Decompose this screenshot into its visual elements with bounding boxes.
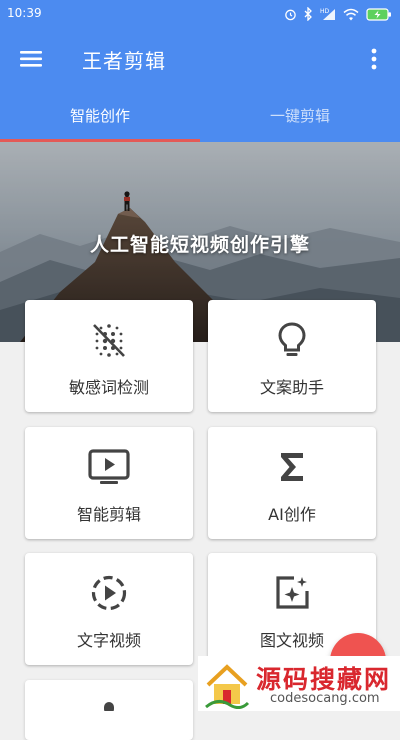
status-bar: 10:39 HD (0, 0, 400, 28)
menu-button[interactable] (16, 46, 46, 72)
feature-card-sensitive-word-check[interactable]: 敏感词检测 (25, 300, 193, 412)
watermark-banner: 源码搜藏网 codesocang.com (198, 656, 400, 711)
feature-label: 文字视频 (76, 631, 141, 650)
feature-label: 文案助手 (259, 378, 324, 397)
blur-grid-off-icon (93, 324, 125, 357)
feature-card-copywriting-assistant[interactable]: 文案助手 (208, 300, 376, 412)
feature-label: 智能剪辑 (76, 505, 141, 524)
feature-card-text-video[interactable]: 文字视频 (25, 553, 193, 665)
app-bar: 10:39 HD 王者剪辑 智能创作 一键剪辑 (0, 0, 400, 142)
bluetooth-icon (304, 7, 313, 21)
feature-card-smart-edit[interactable]: 智能剪辑 (25, 427, 193, 539)
more-options-button[interactable] (362, 44, 386, 74)
watermark-domain: codesocang.com (270, 691, 380, 706)
microphone-icon (104, 702, 114, 714)
tab-bar: 智能创作 一键剪辑 (0, 90, 400, 142)
tab-one-click-edit[interactable]: 一键剪辑 (200, 90, 400, 142)
feature-card-partial[interactable] (25, 680, 193, 740)
hamburger-menu-icon (20, 51, 42, 67)
hero-headline: 人工智能短视频创作引擎 (89, 234, 310, 256)
tv-play-icon (88, 449, 130, 484)
battery-charging-icon (366, 7, 392, 21)
more-vertical-icon (371, 48, 377, 70)
svg-text:HD: HD (320, 8, 330, 15)
house-logo-icon (205, 664, 250, 709)
feature-card-ai-create[interactable]: AI创作 (208, 427, 376, 539)
app-title: 王者剪辑 (82, 49, 166, 73)
status-time: 10:39 (7, 6, 42, 20)
feature-label: AI创作 (268, 505, 316, 524)
tab-smart-create[interactable]: 智能创作 (0, 90, 200, 142)
feature-label: 敏感词检测 (68, 378, 149, 397)
image-sparkle-icon (276, 576, 309, 609)
hd-signal-icon: HD (320, 7, 336, 21)
toolbar: 王者剪辑 (0, 28, 400, 90)
status-icons: HD (284, 5, 392, 23)
lightbulb-icon (278, 322, 306, 356)
wifi-icon (343, 8, 359, 21)
dashed-circle-play-icon (91, 575, 127, 611)
sigma-icon (281, 453, 303, 481)
alarm-icon (284, 8, 297, 21)
